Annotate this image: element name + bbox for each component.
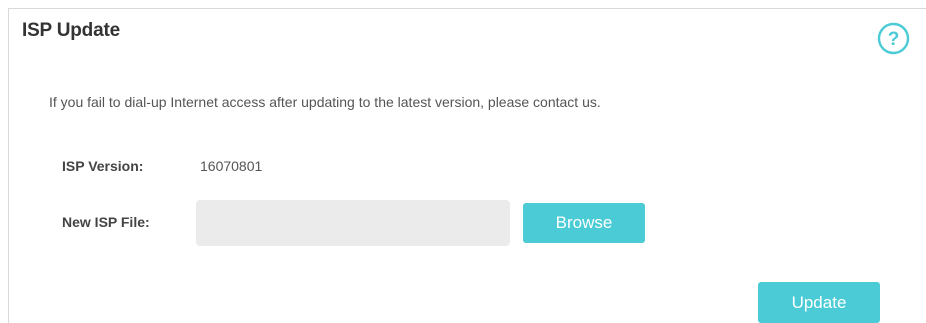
svg-text:?: ? [888, 29, 900, 50]
isp-version-value: 16070801 [200, 158, 263, 174]
isp-update-panel [8, 8, 926, 323]
update-notice: If you fail to dial-up Internet access a… [49, 94, 601, 110]
new-isp-file-label: New ISP File: [62, 214, 150, 230]
browse-button[interactable]: Browse [523, 203, 645, 243]
update-button[interactable]: Update [758, 282, 880, 323]
isp-version-label: ISP Version: [62, 158, 144, 174]
question-circle-icon[interactable]: ? [877, 22, 910, 55]
page-title: ISP Update [22, 20, 120, 41]
new-isp-file-field[interactable] [196, 200, 510, 246]
